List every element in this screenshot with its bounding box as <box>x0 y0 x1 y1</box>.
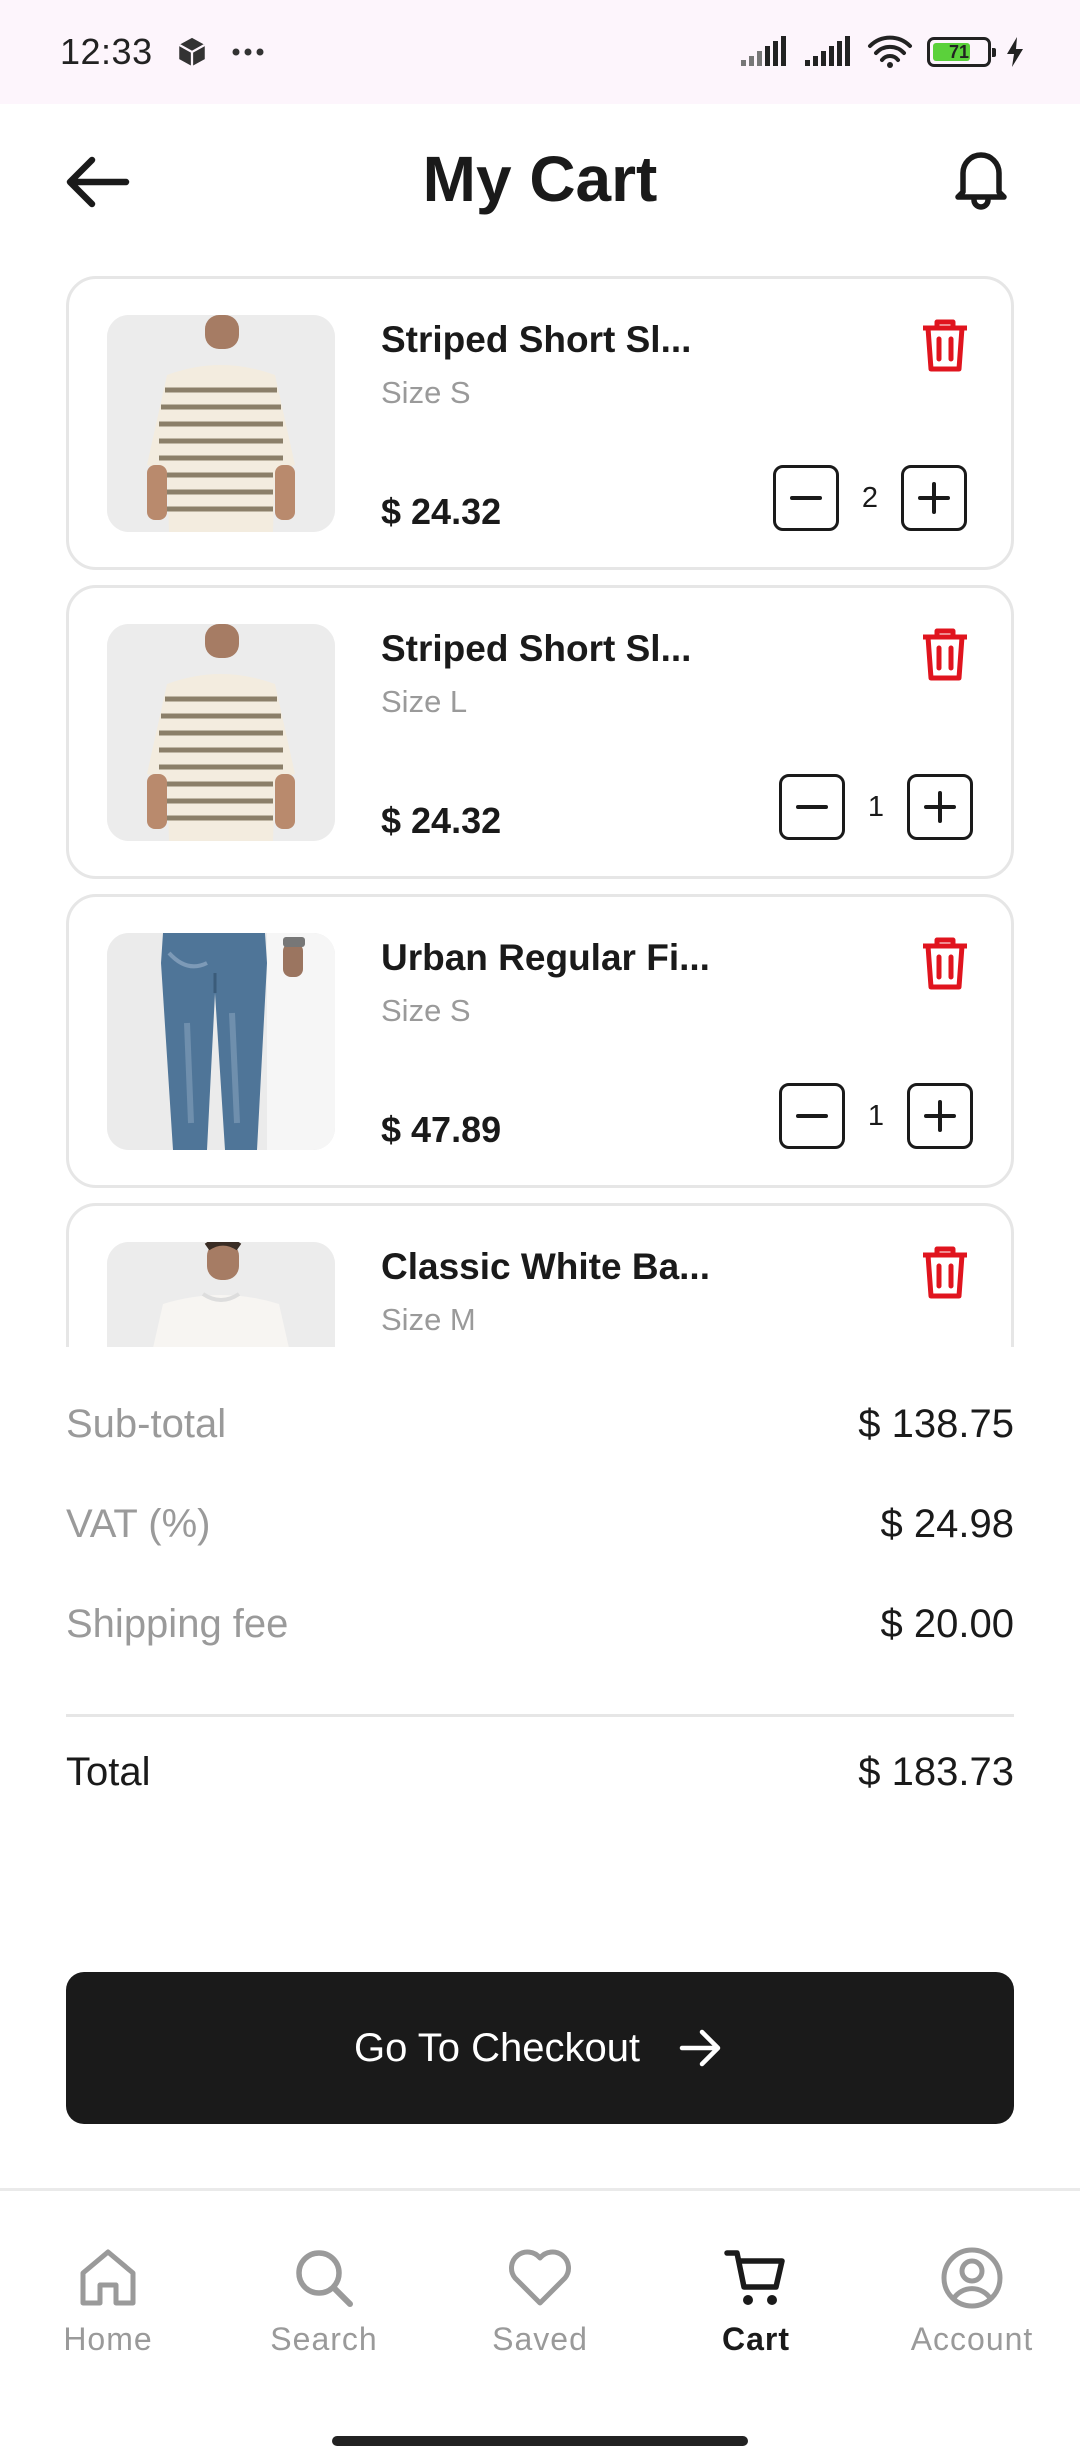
increase-quantity-button[interactable] <box>907 774 973 840</box>
nav-item-search[interactable]: Search <box>234 2243 414 2373</box>
trash-icon[interactable] <box>919 317 971 373</box>
total-label: Total <box>66 1749 151 1794</box>
increase-quantity-button[interactable] <box>907 1083 973 1149</box>
search-icon <box>296 2250 353 2307</box>
subtotal-value: $ 138.75 <box>858 1401 1014 1446</box>
signal-icon <box>741 36 786 66</box>
cart-item[interactable]: Classic White Ba... Size M <box>66 1203 1014 1347</box>
more-notifications-icon <box>232 48 264 56</box>
app-notification-icon <box>178 37 205 67</box>
product-image[interactable] <box>107 624 335 841</box>
product-image[interactable] <box>107 315 335 532</box>
product-name[interactable]: Striped Short Sl... <box>381 319 691 361</box>
signal-icon-secondary <box>805 36 850 66</box>
cart-item-list[interactable]: Striped Short Sl... Size S $ 24.32 2 Str… <box>0 270 1080 1347</box>
nav-label-account: Account <box>910 2321 1034 2357</box>
battery-level: 71 <box>948 41 970 62</box>
product-price: $ 24.32 <box>381 800 502 841</box>
trash-icon[interactable] <box>919 1244 971 1300</box>
heart-icon <box>509 2249 571 2306</box>
quantity-stepper: 1 <box>779 774 973 840</box>
subtotal-label: Sub-total <box>66 1401 227 1446</box>
product-image[interactable] <box>107 1242 335 1347</box>
cart-screen: 12:33 71 My Cart Striped Short Sl... Siz… <box>0 0 1080 2460</box>
app-header: My Cart <box>0 104 1080 252</box>
product-name[interactable]: Urban Regular Fi... <box>381 937 710 979</box>
product-size: Size S <box>381 375 471 410</box>
product-price: $ 24.32 <box>381 491 502 532</box>
plus-icon <box>924 1100 956 1132</box>
quantity-value: 1 <box>867 790 885 823</box>
checkout-button-label: Go To Checkout <box>353 2025 641 2070</box>
vat-value: $ 24.98 <box>880 1501 1014 1546</box>
bottom-navigation: Home Search Saved Cart Account <box>0 2188 1080 2460</box>
nav-label-home: Home <box>63 2321 153 2357</box>
vat-row: VAT (%) $ 24.98 <box>66 1494 1014 1554</box>
vat-label: VAT (%) <box>66 1501 211 1546</box>
account-icon <box>941 2247 1003 2309</box>
total-value: $ 183.73 <box>858 1749 1014 1794</box>
total-row: Total $ 183.73 <box>66 1742 1014 1802</box>
product-price: $ 47.89 <box>381 1109 502 1150</box>
minus-icon <box>796 805 828 809</box>
charging-icon <box>1007 37 1023 67</box>
decrease-quantity-button[interactable] <box>779 774 845 840</box>
trash-icon[interactable] <box>919 935 971 991</box>
home-icon <box>80 2249 136 2306</box>
cart-item[interactable]: Striped Short Sl... Size L $ 24.32 1 <box>66 585 1014 879</box>
cart-item[interactable]: Striped Short Sl... Size S $ 24.32 2 <box>66 276 1014 570</box>
arrow-right-icon <box>679 2029 721 2067</box>
product-image[interactable] <box>107 933 335 1150</box>
subtotal-row: Sub-total $ 138.75 <box>66 1394 1014 1454</box>
nav-label-cart: Cart <box>721 2321 790 2357</box>
status-bar: 12:33 71 <box>0 0 1080 104</box>
checkout-button[interactable]: Go To Checkout <box>66 1972 1014 2124</box>
minus-icon <box>790 496 822 500</box>
status-time: 12:33 <box>60 31 153 72</box>
nav-item-account[interactable]: Account <box>882 2243 1062 2373</box>
decrease-quantity-button[interactable] <box>779 1083 845 1149</box>
nav-label-saved: Saved <box>492 2321 588 2357</box>
product-size: Size L <box>381 684 468 719</box>
quantity-value: 1 <box>867 1099 885 1132</box>
nav-item-cart[interactable]: Cart <box>666 2243 846 2373</box>
decrease-quantity-button[interactable] <box>773 465 839 531</box>
battery-indicator: 71 <box>927 37 996 67</box>
minus-icon <box>796 1114 828 1118</box>
shipping-row: Shipping fee $ 20.00 <box>66 1594 1014 1654</box>
bell-icon[interactable] <box>946 142 1016 212</box>
quantity-stepper: 2 <box>773 465 967 531</box>
nav-item-saved[interactable]: Saved <box>450 2243 630 2373</box>
product-size: Size S <box>381 993 471 1028</box>
quantity-value: 2 <box>861 481 879 514</box>
nav-item-home[interactable]: Home <box>18 2243 198 2373</box>
product-size: Size M <box>381 1302 476 1337</box>
nav-label-search: Search <box>270 2321 378 2357</box>
shipping-label: Shipping fee <box>66 1601 289 1646</box>
quantity-stepper: 1 <box>779 1083 973 1149</box>
shipping-value: $ 20.00 <box>880 1601 1014 1646</box>
trash-icon[interactable] <box>919 626 971 682</box>
cart-icon <box>724 2250 785 2305</box>
home-indicator[interactable] <box>332 2436 748 2446</box>
product-name[interactable]: Classic White Ba... <box>381 1246 710 1288</box>
increase-quantity-button[interactable] <box>901 465 967 531</box>
wifi-icon <box>868 35 912 68</box>
summary-divider <box>66 1714 1014 1717</box>
product-name[interactable]: Striped Short Sl... <box>381 628 691 670</box>
page-title: My Cart <box>422 143 658 215</box>
plus-icon <box>918 482 950 514</box>
cart-item[interactable]: Urban Regular Fi... Size S $ 47.89 1 <box>66 894 1014 1188</box>
plus-icon <box>924 791 956 823</box>
